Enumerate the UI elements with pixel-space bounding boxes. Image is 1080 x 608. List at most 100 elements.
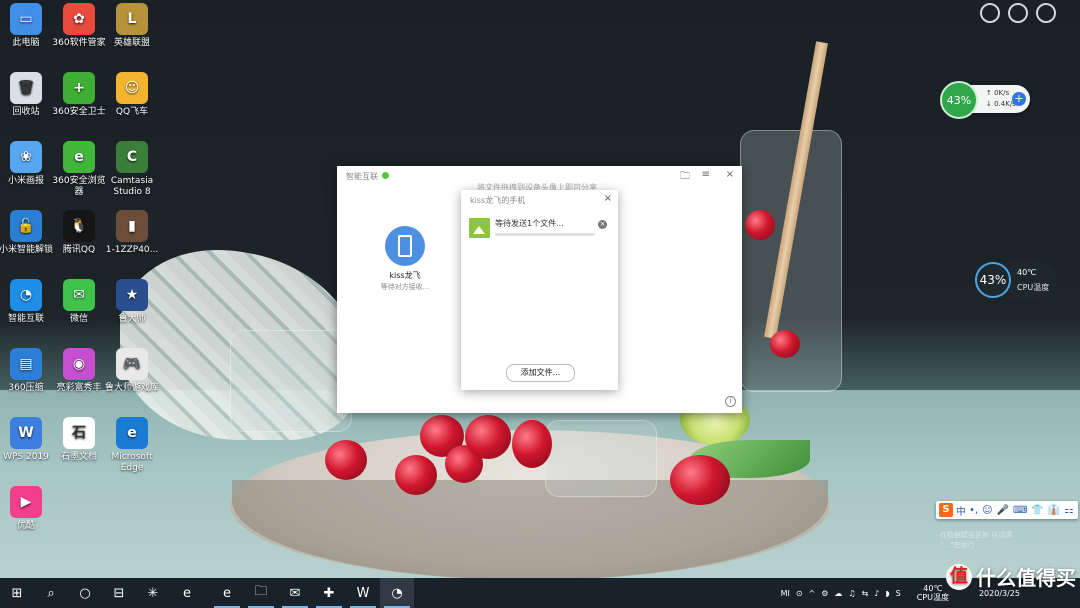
ime-tool-icon[interactable]: ⌨ [1013, 505, 1027, 516]
ime-tool-icon[interactable]: ⚏ [1064, 505, 1073, 516]
dialog-close-icon[interactable]: × [604, 193, 612, 204]
this-pc-icon: ▭ [10, 3, 42, 35]
volume-icon[interactable]: ♪ [874, 589, 879, 598]
desktop-icon-this-pc[interactable]: ▭ 此电脑 [0, 3, 54, 49]
boost-button[interactable]: + [1012, 92, 1026, 106]
ime-tool-icon[interactable]: •, [969, 505, 978, 516]
close-icon[interactable]: × [726, 169, 734, 180]
ludashi-game-library-icon: 🎮 [116, 348, 148, 380]
start-icon[interactable]: ⊞ [0, 578, 34, 608]
task-view-icon[interactable]: ⊟ [102, 578, 136, 608]
desktop-icon-qq-speed[interactable]: ☺ QQ飞车 [104, 72, 160, 118]
shield-icon[interactable]: ◗ [885, 589, 889, 598]
mi-icon[interactable]: MI [781, 589, 790, 598]
wps-icon[interactable]: W [346, 578, 380, 608]
desktop-icon-ludashi-game-library[interactable]: 🎮 鲁大师游戏库 [104, 348, 160, 394]
desktop-icon-color-tool[interactable]: ◉ 亮彩富秀丰 [51, 348, 107, 394]
leaf-icon[interactable] [980, 3, 1000, 23]
desktop-icon-video-file[interactable]: ▮ 1-1ZZP40... [104, 210, 160, 256]
settings-icon[interactable]: ⚙ [821, 589, 828, 598]
folder-icon[interactable]: 🗀 [680, 169, 690, 186]
wallpaper-berry [670, 455, 730, 505]
desktop-icon-360-zip[interactable]: ▤ 360压缩 [0, 348, 54, 394]
desktop-icon-league-of-legends[interactable]: L 英雄联盟 [104, 3, 160, 49]
wallpaper-glass [545, 420, 657, 497]
window-title: 智能互联 [346, 172, 378, 181]
color-tool-icon: ◉ [63, 348, 95, 380]
ime-tool-icon[interactable]: ☺ [982, 505, 992, 516]
desktop-icon-label: Microsoft Edge [111, 452, 153, 473]
file-explorer-icon[interactable]: 🗀 [244, 578, 278, 608]
timer-icon[interactable] [1036, 3, 1056, 23]
cpu-temp-widget[interactable]: 43% 40℃ CPU温度 [975, 262, 1057, 298]
mail-icon[interactable]: ✉ [278, 578, 312, 608]
cancel-transfer-icon[interactable]: × [598, 220, 607, 229]
info-icon[interactable]: i [725, 396, 736, 407]
wallpaper-berry [325, 440, 367, 480]
ime-tool-icon[interactable]: 👔 [1048, 505, 1060, 516]
chevron-up-icon[interactable]: ^ [809, 589, 816, 598]
desktop-icon-label: 回收站 [12, 107, 40, 117]
ime-mode[interactable]: 中 [956, 503, 966, 518]
wallpaper-berry [745, 210, 775, 240]
search-icon[interactable]: ⌕ [34, 578, 68, 608]
desktop-icon-label: 小米画报 [7, 176, 44, 186]
desktop-icon-tencent-qq[interactable]: 🐧 腾讯QQ [51, 210, 107, 256]
desktop-icon-label: 360软件管家 [52, 38, 106, 48]
cortana-icon[interactable]: ○ [68, 578, 102, 608]
desktop-icon-label: 英雄联盟 [113, 38, 150, 48]
add-file-button[interactable]: 添加文件... [506, 364, 575, 382]
smzdm-logo-icon: 值 [946, 563, 972, 590]
refresh-icon[interactable] [1008, 3, 1028, 23]
taskbar-cpu-temp-label: CPU温度 [916, 593, 949, 602]
sync-icon[interactable]: ⊙ [796, 589, 803, 598]
desktop-icon-360-browser[interactable]: e 360安全浏览器 [51, 141, 107, 198]
notice-line2: "…"在运行 [940, 541, 975, 549]
device-avatar[interactable] [385, 226, 425, 266]
pinned-app-icon[interactable]: ✳ [136, 578, 170, 608]
desktop-icon-label: 鲁大师游戏库 [104, 383, 159, 393]
ie-browser-icon[interactable]: e [170, 578, 204, 608]
desktop-icon-mi-smart-unlock[interactable]: 🔓 小米智能解锁 [0, 210, 54, 256]
desktop-icon-360-security-guard[interactable]: +360安全卫士 [51, 72, 107, 118]
smart-connect-icon[interactable]: ◔ [380, 578, 414, 608]
360-browser-icon[interactable]: ✚ [312, 578, 346, 608]
video-file-icon: ▮ [116, 210, 148, 242]
desktop-icon-wechat[interactable]: ✉ 微信 [51, 279, 107, 325]
desktop-icon-label: 此电脑 [12, 38, 40, 48]
tencent-qq-icon: 🐧 [63, 210, 95, 242]
desktop-icon-360-software-manager[interactable]: ✿ 360软件管家 [51, 3, 107, 49]
file-transfer-item: 等待发送1个文件... × [469, 218, 609, 240]
sogou-icon[interactable]: S [896, 589, 901, 598]
taskbar-cpu-temp[interactable]: 40℃ CPU温度 [917, 584, 949, 602]
desktop-icon-recycle-bin[interactable]: 🗑 回收站 [0, 72, 54, 118]
music-icon[interactable]: ♫ [848, 589, 855, 598]
online-status-dot [382, 172, 389, 179]
desktop-icon-mi-wallpaper[interactable]: ❀ 小米画报 [0, 141, 54, 187]
network-speed-widget[interactable]: 43% ↑ 0K/s ↓ 0.4K/s + [940, 81, 1030, 119]
desktop-icon-shimo-docs[interactable]: 石石墨文档 [51, 417, 107, 463]
wps-2019-icon: W [10, 417, 42, 449]
desktop-icon-label: 石墨文档 [60, 452, 97, 462]
desktop-icon-microsoft-edge[interactable]: e Microsoft Edge [104, 417, 160, 474]
desktop-icon-camtasia[interactable]: C Camtasia Studio 8 [104, 141, 160, 198]
mi-wallpaper-icon: ❀ [10, 141, 42, 173]
ime-tool-icon[interactable]: 👕 [1031, 505, 1043, 516]
cloud-icon[interactable]: ☁ [834, 589, 842, 598]
desktop-icon-label: 优酷 [16, 521, 35, 531]
desktop-icon-youku[interactable]: ▶ 优酷 [0, 486, 54, 532]
desktop-icon-label: 智能互联 [7, 314, 44, 324]
network-icon[interactable]: ⇆ [862, 589, 869, 598]
desktop-icon-wps-2019[interactable]: W WPS 2019 [0, 417, 54, 463]
transfer-dialog: kiss龙飞的手机 × 等待发送1个文件... × 添加文件... [461, 190, 618, 390]
smart-connect-icon: ◔ [10, 279, 42, 311]
sogou-logo-icon[interactable]: S [939, 503, 953, 517]
desktop-icon-ludashi[interactable]: ★ 鲁大师 [104, 279, 160, 325]
menu-icon[interactable]: ≡ [702, 169, 710, 180]
transfer-progress-bar [495, 233, 595, 236]
desktop-icon-smart-connect[interactable]: ◔ 智能互联 [0, 279, 54, 325]
ime-tool-icon[interactable]: 🎤 [997, 505, 1009, 516]
desktop-icon-label: 鲁大师 [118, 314, 146, 324]
desktop-icon-label: 腾讯QQ [62, 245, 96, 255]
edge-icon[interactable]: e [210, 578, 244, 608]
